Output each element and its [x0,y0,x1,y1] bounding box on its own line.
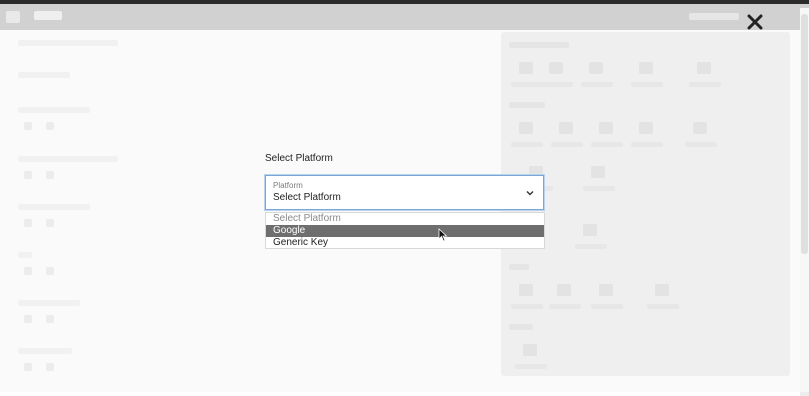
option-generic-key[interactable]: Generic Key [266,237,544,249]
platform-select[interactable]: Platform Select Platform [265,175,544,210]
select-platform-heading: Select Platform [265,153,333,164]
platform-select-value: Select Platform [273,192,341,203]
close-icon [747,14,763,30]
mouse-cursor-icon [438,228,448,242]
platform-options-list: Select Platform Google Generic Key [265,212,545,249]
chevron-down-icon [526,191,534,196]
close-button[interactable] [744,11,766,33]
select-platform-modal: Select Platform Platform Select Platform… [0,0,809,392]
platform-floating-label: Platform [273,181,303,190]
option-select-platform[interactable]: Select Platform [266,213,544,225]
option-google[interactable]: Google [266,225,544,237]
